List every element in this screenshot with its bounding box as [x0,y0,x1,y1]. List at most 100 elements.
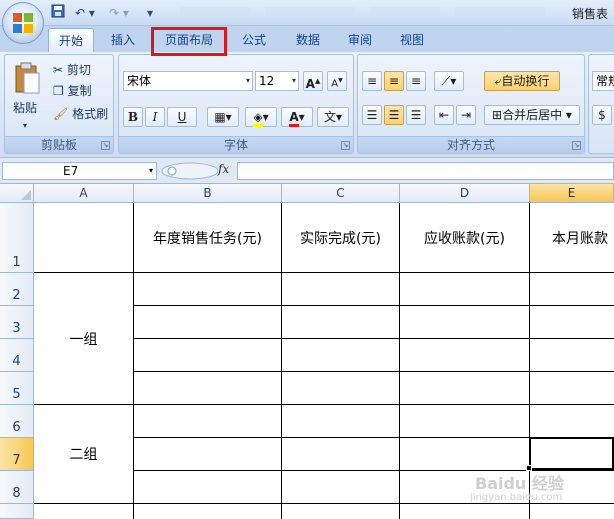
paste-dropdown-icon[interactable]: ▾ [23,117,27,135]
table-cell[interactable] [530,504,614,519]
currency-button[interactable]: $ [592,105,612,125]
tab-data[interactable]: 数据 [286,28,330,52]
name-box[interactable]: E7 ▾ [2,162,157,180]
table-cell[interactable] [134,273,282,306]
font-size-combo[interactable]: 12 ▾ [255,71,299,91]
tab-home[interactable]: 开始 [48,28,94,52]
table-cell[interactable] [530,372,614,405]
table-cell[interactable] [134,504,282,519]
copy-button[interactable]: ❐ 复制 [53,82,92,100]
paste-icon[interactable] [13,61,41,95]
align-bottom-button[interactable]: ≡ [406,71,426,91]
wrap-text-button[interactable]: ⤶自动换行 [484,71,560,91]
cell-a2-merged[interactable]: 一组 [34,273,134,405]
cell-a9[interactable] [34,504,134,519]
align-top-button[interactable]: ≡ [362,71,382,91]
table-cell[interactable] [400,372,530,405]
cell-e1[interactable]: 本月账款 [530,203,614,273]
tab-insert[interactable]: 插入 [100,28,146,52]
qat-customize-icon[interactable]: ▾ [144,4,156,22]
cut-button[interactable]: ✂ 剪切 [53,61,91,79]
save-icon[interactable] [50,4,66,22]
table-cell[interactable] [134,372,282,405]
office-button[interactable] [2,2,44,44]
table-cell[interactable] [282,504,400,519]
cell-c1[interactable]: 实际完成(元) [282,203,400,273]
table-cell[interactable] [530,306,614,339]
table-cell[interactable] [282,339,400,372]
insert-function-icon[interactable]: fx [218,162,229,176]
paste-button[interactable]: 粘贴 [13,99,37,117]
select-all-corner[interactable] [0,184,34,203]
cell-d1[interactable]: 应收账款(元) [400,203,530,273]
table-cell[interactable] [134,471,282,504]
undo-icon[interactable]: ↶ ▾ [70,4,100,22]
table-cell[interactable] [282,438,400,471]
fill-color-button[interactable]: ◈▾ [245,107,277,127]
phonetic-guide-button[interactable]: 文▾ [317,107,349,127]
table-cell[interactable] [282,405,400,438]
column-header-e[interactable]: E [530,184,614,203]
cell-a6-merged[interactable]: 二组 [34,405,134,504]
tab-view[interactable]: 视图 [390,28,434,52]
table-cell[interactable] [282,471,400,504]
font-color-button[interactable]: A▾ [281,107,313,127]
table-cell[interactable] [400,438,530,471]
table-cell[interactable] [400,273,530,306]
table-cell[interactable] [134,438,282,471]
table-cell[interactable] [400,306,530,339]
number-format-combo[interactable]: 常规 [592,71,614,91]
cell-a1[interactable] [34,203,134,273]
merge-center-button[interactable]: ⊞合并后居中 ▾ [484,105,580,125]
row-header-5[interactable]: 5 [0,372,34,405]
tab-review[interactable]: 审阅 [338,28,382,52]
fill-handle[interactable] [526,465,532,471]
redo-icon[interactable]: ↷ ▾ [104,4,134,22]
table-cell[interactable] [530,405,614,438]
table-cell[interactable] [282,273,400,306]
formula-input[interactable] [237,162,614,180]
align-middle-button[interactable]: ≡ [384,71,404,91]
table-cell[interactable] [134,339,282,372]
clipboard-launcher-icon[interactable]: ↘ [101,141,110,150]
tab-formulas[interactable]: 公式 [232,28,276,52]
align-left-button[interactable]: ☰ [362,105,382,125]
align-right-button[interactable]: ☰ [406,105,426,125]
borders-button[interactable]: ▦▾ [207,107,239,127]
table-cell[interactable] [400,339,530,372]
underline-button[interactable]: U [167,107,197,127]
table-cell[interactable] [134,306,282,339]
align-center-button[interactable]: ☰ [384,105,404,125]
row-header-4[interactable]: 4 [0,339,34,372]
row-header-2[interactable]: 2 [0,273,34,306]
decrease-indent-button[interactable]: ⇤ [434,105,454,125]
format-painter-button[interactable]: 🖌 格式刷 [53,105,108,123]
table-cell[interactable] [400,504,530,519]
alignment-launcher-icon[interactable]: ↘ [572,141,581,150]
column-header-a[interactable]: A [34,184,134,203]
table-cell[interactable] [282,306,400,339]
increase-indent-button[interactable]: ⇥ [456,105,476,125]
column-header-c[interactable]: C [282,184,400,203]
row-header-1[interactable]: 1 [0,203,34,273]
table-cell[interactable] [400,405,530,438]
shrink-font-button[interactable]: A▼ [327,71,347,91]
grow-font-button[interactable]: A▲ [303,71,323,91]
row-header-6[interactable]: 6 [0,405,34,438]
table-cell[interactable] [282,372,400,405]
row-header-3[interactable]: 3 [0,306,34,339]
orientation-button[interactable]: ⟋▾ [434,71,464,91]
table-cell[interactable] [134,405,282,438]
font-name-combo[interactable]: 宋体 ▾ [123,71,253,91]
row-header-9[interactable] [0,504,34,519]
font-launcher-icon[interactable]: ↘ [341,141,350,150]
table-cell[interactable] [530,339,614,372]
row-header-8[interactable]: 8 [0,471,34,504]
column-header-b[interactable]: B [134,184,282,203]
italic-button[interactable]: I [145,107,165,127]
row-header-7[interactable]: 7 [0,438,34,471]
bold-button[interactable]: B [123,107,143,127]
cell-b1[interactable]: 年度销售任务(元) [134,203,282,273]
table-cell[interactable] [530,273,614,306]
column-header-d[interactable]: D [400,184,530,203]
